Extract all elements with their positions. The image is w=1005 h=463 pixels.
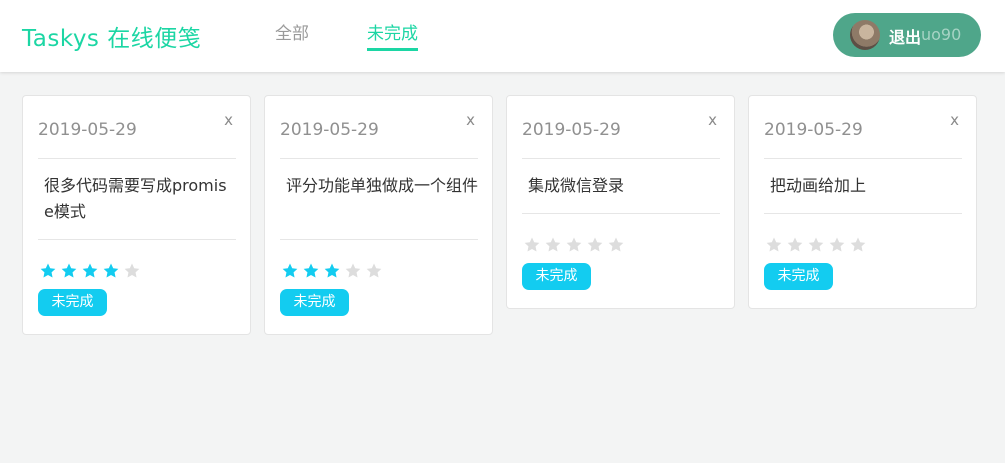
divider xyxy=(38,239,236,240)
avatar xyxy=(850,20,880,50)
star-icon[interactable] xyxy=(60,262,78,280)
status-badge: 未完成 xyxy=(280,289,349,316)
star-rating[interactable] xyxy=(523,236,625,254)
star-rating[interactable] xyxy=(39,262,141,280)
star-icon[interactable] xyxy=(523,236,541,254)
divider xyxy=(38,158,236,159)
star-icon[interactable] xyxy=(849,236,867,254)
card-text: 评分功能单独做成一个组件 xyxy=(286,176,479,195)
divider xyxy=(522,213,720,214)
star-rating[interactable] xyxy=(765,236,867,254)
task-card: 2019-05-29 x 把动画给加上未完成 xyxy=(748,95,977,309)
close-icon[interactable]: x xyxy=(708,111,717,129)
tab-incomplete-label: 未完成 xyxy=(367,24,418,44)
star-icon[interactable] xyxy=(544,236,562,254)
tab-all[interactable]: 全部 xyxy=(275,19,309,44)
star-icon[interactable] xyxy=(565,236,583,254)
star-icon[interactable] xyxy=(807,236,825,254)
star-icon[interactable] xyxy=(323,262,341,280)
username: uo90 xyxy=(921,25,962,44)
task-card: 2019-05-29 x 集成微信登录未完成 xyxy=(506,95,735,309)
star-icon[interactable] xyxy=(365,262,383,280)
star-icon[interactable] xyxy=(81,262,99,280)
status-badge: 未完成 xyxy=(38,289,107,316)
card-date: 2019-05-29 xyxy=(280,120,379,140)
star-icon[interactable] xyxy=(123,262,141,280)
divider xyxy=(522,158,720,159)
app-title[interactable]: Taskys 在线便笺 xyxy=(22,19,201,53)
card-text: 很多代码需要写成promise模式 xyxy=(44,176,227,221)
star-icon[interactable] xyxy=(828,236,846,254)
tab-incomplete[interactable]: 未完成 xyxy=(367,19,418,51)
close-icon[interactable]: x xyxy=(224,111,233,129)
divider xyxy=(280,239,478,240)
divider xyxy=(280,158,478,159)
logout-label: 退出 xyxy=(889,28,922,47)
star-icon[interactable] xyxy=(765,236,783,254)
star-icon[interactable] xyxy=(786,236,804,254)
divider xyxy=(764,158,962,159)
divider xyxy=(764,213,962,214)
card-text: 集成微信登录 xyxy=(528,176,625,195)
star-icon[interactable] xyxy=(39,262,57,280)
top-bar: Taskys 在线便笺 全部 未完成 uo90 退出 xyxy=(0,0,1005,72)
card-date: 2019-05-29 xyxy=(764,120,863,140)
star-icon[interactable] xyxy=(586,236,604,254)
task-card: 2019-05-29 x 很多代码需要写成promise模式未完成 xyxy=(22,95,251,335)
close-icon[interactable]: x xyxy=(950,111,959,129)
task-card: 2019-05-29 x 评分功能单独做成一个组件未完成 xyxy=(264,95,493,335)
card-date: 2019-05-29 xyxy=(38,120,137,140)
logout-button[interactable]: uo90 退出 xyxy=(833,13,981,57)
star-icon[interactable] xyxy=(102,262,120,280)
status-badge: 未完成 xyxy=(522,263,591,290)
star-icon[interactable] xyxy=(302,262,320,280)
active-tab-indicator xyxy=(367,48,418,51)
card-text: 把动画给加上 xyxy=(770,176,867,195)
star-icon[interactable] xyxy=(344,262,362,280)
status-badge: 未完成 xyxy=(764,263,833,290)
star-icon[interactable] xyxy=(607,236,625,254)
star-rating[interactable] xyxy=(281,262,383,280)
star-icon[interactable] xyxy=(281,262,299,280)
close-icon[interactable]: x xyxy=(466,111,475,129)
card-date: 2019-05-29 xyxy=(522,120,621,140)
